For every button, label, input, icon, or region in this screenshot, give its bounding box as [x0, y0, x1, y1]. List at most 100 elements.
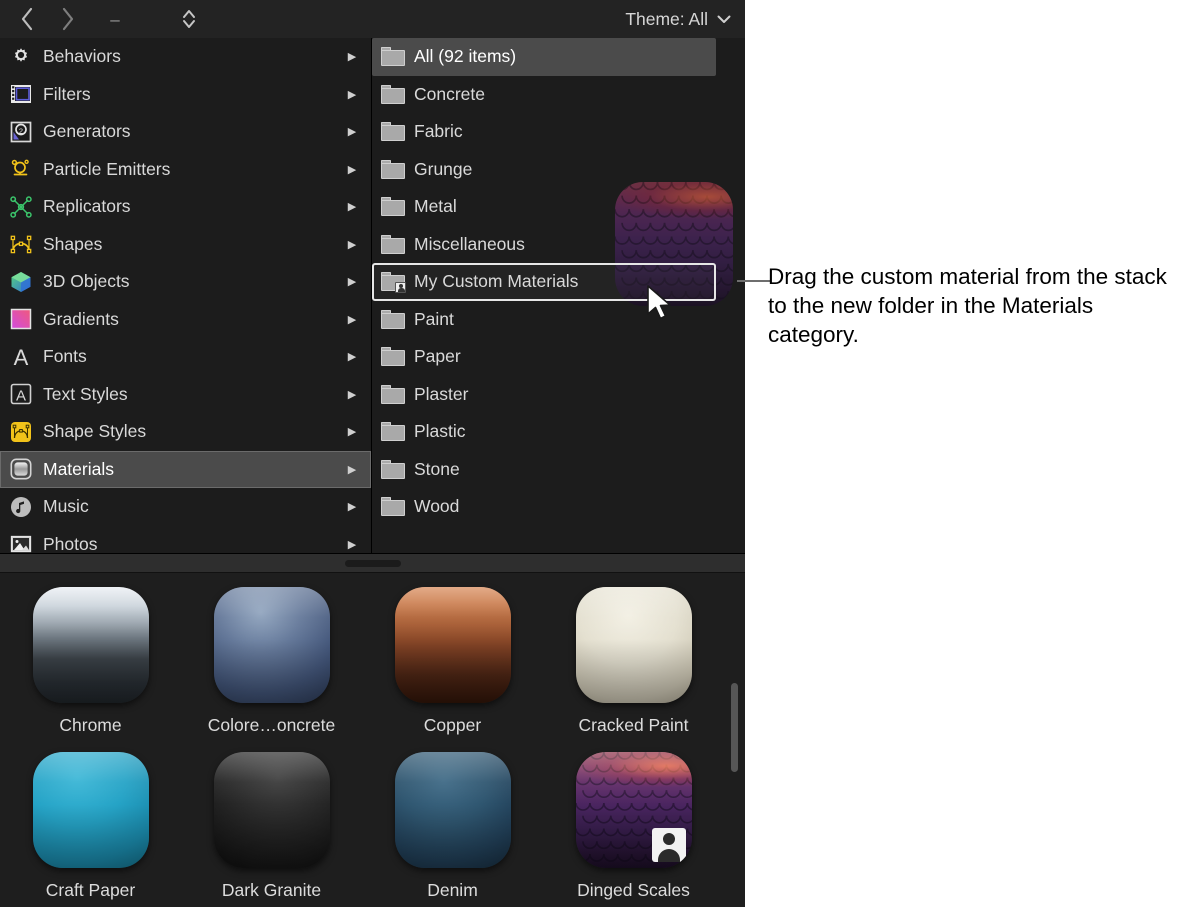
sidebar-item-shapes[interactable]: Shapes ▶ [0, 226, 371, 264]
theme-dropdown[interactable]: Theme: All [621, 0, 735, 38]
sidebar-item-filters[interactable]: Filters ▶ [0, 76, 371, 114]
material-item-label: Craft Paper [45, 880, 136, 900]
sidebar-item-replicators[interactable]: Replicators ▶ [0, 188, 371, 226]
dark-granite-swatch[interactable] [213, 752, 330, 868]
folder-item-label: Paint [414, 308, 454, 329]
folder-icon [381, 197, 405, 217]
chrome-swatch[interactable] [32, 587, 149, 703]
sidebar-item-particle-emitters[interactable]: Particle Emitters ▶ [0, 151, 371, 189]
replicator-icon [8, 194, 34, 220]
sidebar-item-label: Particle Emitters [43, 158, 171, 179]
disclosure-arrow-icon[interactable]: ▶ [341, 350, 363, 363]
callout-leader-line [737, 280, 770, 282]
folder-item-label: Grunge [414, 158, 473, 179]
material-item[interactable]: Copper [362, 573, 543, 738]
folder-item-fabric[interactable]: Fabric [372, 113, 716, 151]
material-item[interactable]: Chrome [0, 573, 181, 738]
swatch-gloss [575, 587, 692, 703]
sidebar-item-music[interactable]: Music ▶ [0, 488, 371, 526]
denim-swatch[interactable] [394, 752, 511, 868]
stack-scrollbar[interactable] [731, 573, 738, 907]
sidebar-item-behaviors[interactable]: Behaviors ▶ [0, 38, 371, 76]
folder-item-paper[interactable]: Paper [372, 338, 716, 376]
sidebar-item-text-styles[interactable]: A Text Styles ▶ [0, 376, 371, 414]
folder-item-wood[interactable]: Wood [372, 488, 716, 526]
folder-item-metal[interactable]: Metal [372, 188, 716, 226]
svg-text:2: 2 [19, 126, 23, 135]
craft-paper-swatch[interactable] [32, 752, 149, 868]
disclosure-arrow-icon[interactable]: ▶ [341, 388, 363, 401]
svg-text:A: A [14, 345, 29, 369]
music-note-icon [8, 494, 34, 520]
swatch-gloss [213, 752, 330, 868]
copper-swatch[interactable] [394, 587, 511, 703]
user-badge-icon [395, 282, 406, 294]
disclosure-arrow-icon[interactable]: ▶ [341, 425, 363, 438]
material-item[interactable]: Craft Paper [0, 738, 181, 903]
font-a-icon: A [8, 344, 34, 370]
material-item[interactable]: Dinged Scales [543, 738, 724, 903]
sidebar-item-photos[interactable]: Photos ▶ [0, 526, 371, 553]
category-sidebar[interactable]: Behaviors ▶ Filters ▶ 2 Generators ▶ Particle E… [0, 38, 372, 553]
gradient-icon [10, 309, 32, 330]
blue-concrete-swatch[interactable] [213, 587, 330, 703]
cracked-paint-swatch[interactable] [575, 587, 692, 703]
particle-emitter-icon [8, 156, 34, 182]
folder-item-plastic[interactable]: Plastic [372, 413, 716, 451]
sidebar-item-gradients[interactable]: Gradients ▶ [0, 301, 371, 339]
folder-item-concrete[interactable]: Concrete [372, 76, 716, 114]
disclosure-arrow-icon[interactable]: ▶ [341, 200, 363, 213]
folder-item-label: Paper [414, 346, 461, 367]
library-toolbar: – Theme: All [0, 0, 745, 39]
disclosure-arrow-icon[interactable]: ▶ [341, 163, 363, 176]
disclosure-arrow-icon[interactable]: ▶ [341, 538, 363, 551]
sidebar-item-label: Shapes [43, 233, 103, 254]
folder-icon [381, 384, 405, 404]
material-item-label: Denim [427, 880, 478, 900]
disclosure-arrow-icon[interactable]: ▶ [341, 500, 363, 513]
folder-item-stone[interactable]: Stone [372, 451, 716, 489]
gear-icon [8, 44, 34, 70]
folder-item-miscellaneous[interactable]: Miscellaneous [372, 226, 716, 264]
swatch-gloss [213, 587, 330, 703]
disclosure-arrow-icon[interactable]: ▶ [341, 313, 363, 326]
material-item[interactable]: Denim [362, 738, 543, 903]
sidebar-item-3d-objects[interactable]: 3D Objects ▶ [0, 263, 371, 301]
dinged-scales-swatch[interactable] [575, 752, 692, 868]
material-item[interactable]: Dark Granite [181, 738, 362, 903]
user-badge-icon [651, 828, 686, 862]
sidebar-item-materials[interactable]: Materials ▶ [0, 450, 371, 488]
back-button[interactable] [8, 0, 46, 38]
sidebar-item-label: Materials [43, 458, 114, 479]
folder-list[interactable]: All (92 items) Concrete Fabric Grunge Metal M… [372, 38, 745, 553]
cube-icon [8, 269, 34, 295]
sidebar-item-generators[interactable]: 2 Generators ▶ [0, 113, 371, 151]
gradient-icon [8, 306, 34, 332]
disclosure-arrow-icon[interactable]: ▶ [341, 88, 363, 101]
sidebar-item-label: 3D Objects [43, 271, 130, 292]
splitter-grip[interactable] [345, 560, 401, 567]
material-stack[interactable]: Chrome Colore…oncrete Copper Cracked Paint C… [0, 573, 745, 907]
disclosure-arrow-icon[interactable]: ▶ [341, 463, 363, 476]
folder-item-plaster[interactable]: Plaster [372, 376, 716, 414]
sidebar-item-fonts[interactable]: A Fonts ▶ [0, 338, 371, 376]
folder-icon [381, 459, 405, 479]
panel-splitter[interactable] [0, 553, 745, 573]
stack-scrollbar-thumb[interactable] [731, 683, 738, 772]
folder-icon [381, 309, 405, 329]
folder-item-all-92-items-[interactable]: All (92 items) [372, 38, 716, 76]
disclosure-arrow-icon[interactable]: ▶ [341, 125, 363, 138]
material-item[interactable]: Colore…oncrete [181, 573, 362, 738]
swatch-gloss [394, 587, 511, 703]
forward-button[interactable] [48, 0, 86, 38]
material-item[interactable]: Cracked Paint [543, 573, 724, 738]
cube-icon [11, 271, 31, 292]
disclosure-arrow-icon[interactable]: ▶ [341, 50, 363, 63]
folder-item-grunge[interactable]: Grunge [372, 151, 716, 189]
folder-item-label: Miscellaneous [414, 233, 525, 254]
sidebar-item-shape-styles[interactable]: Shape Styles ▶ [0, 413, 371, 451]
disclosure-arrow-icon[interactable]: ▶ [341, 238, 363, 251]
disclosure-arrow-icon[interactable]: ▶ [341, 275, 363, 288]
stepper-button[interactable] [170, 0, 208, 38]
filmstrip-icon [8, 81, 34, 107]
